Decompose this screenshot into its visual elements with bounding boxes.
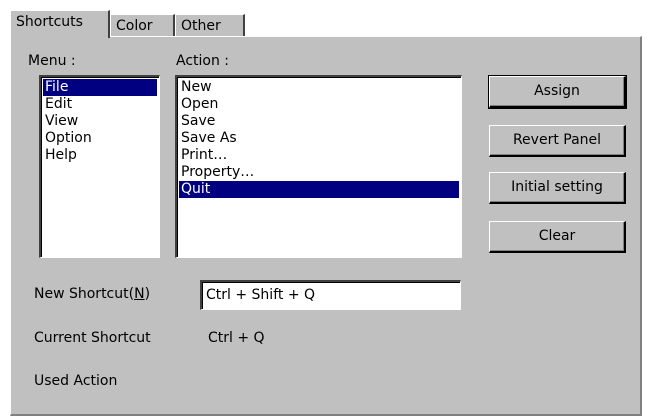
menu-item-edit[interactable]: Edit: [43, 96, 157, 113]
menu-label: Menu :: [28, 53, 76, 69]
tab-other-label: Other: [181, 18, 221, 34]
tab-color-label: Color: [116, 18, 153, 34]
tab-shortcuts[interactable]: Shortcuts: [10, 10, 110, 38]
action-item-quit[interactable]: Quit: [179, 181, 459, 198]
action-item-new[interactable]: New: [179, 79, 459, 96]
shortcuts-panel: Menu : Action : File Edit View Option He…: [10, 36, 642, 416]
revert-panel-button[interactable]: Revert Panel: [489, 125, 626, 157]
new-shortcut-mnemonic: N: [134, 286, 145, 302]
menu-item-file[interactable]: File: [43, 79, 157, 96]
action-item-print[interactable]: Print…: [179, 147, 459, 164]
new-shortcut-label: New Shortcut(N): [34, 286, 150, 302]
clear-button[interactable]: Clear: [489, 221, 626, 253]
action-item-save[interactable]: Save: [179, 113, 459, 130]
current-shortcut-value: Ctrl + Q: [208, 330, 265, 346]
new-shortcut-input[interactable]: Ctrl + Shift + Q: [200, 280, 461, 310]
action-item-property[interactable]: Property…: [179, 164, 459, 181]
action-item-open[interactable]: Open: [179, 96, 459, 113]
action-listbox[interactable]: New Open Save Save As Print… Property… Q…: [175, 75, 462, 258]
menu-listbox[interactable]: File Edit View Option Help: [39, 75, 160, 258]
menu-item-help[interactable]: Help: [43, 147, 157, 164]
menu-item-option[interactable]: Option: [43, 130, 157, 147]
initial-setting-button[interactable]: Initial setting: [489, 172, 626, 204]
action-item-save-as[interactable]: Save As: [179, 130, 459, 147]
used-action-label: Used Action: [34, 373, 118, 389]
dialog: Shortcuts Color Other Menu : Action : Fi…: [0, 0, 645, 419]
new-shortcut-label-close: ): [144, 286, 151, 302]
tab-shortcuts-label: Shortcuts: [16, 14, 83, 30]
action-label: Action :: [176, 53, 230, 69]
current-shortcut-label: Current Shortcut: [34, 330, 151, 346]
assign-button[interactable]: Assign: [488, 75, 627, 109]
new-shortcut-label-text: New Shortcut(: [34, 286, 135, 302]
menu-item-view[interactable]: View: [43, 113, 157, 130]
